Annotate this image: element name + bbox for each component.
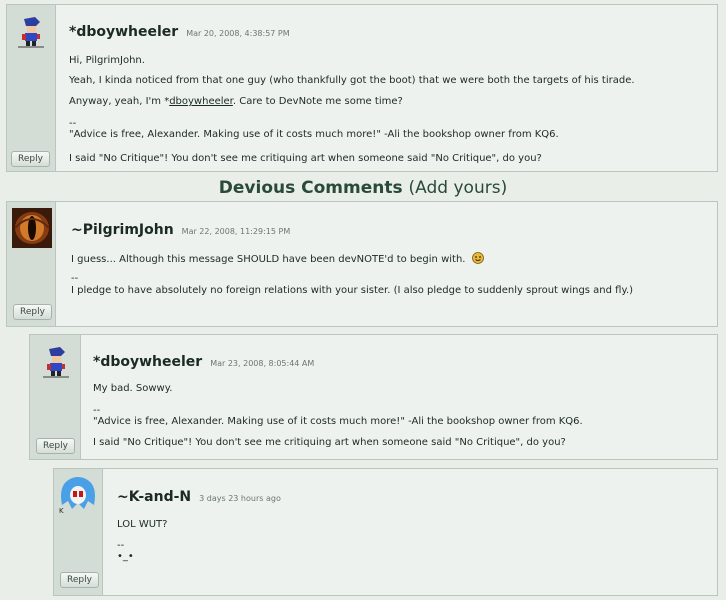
comment-text: Hi, PilgrimJohn. [69, 55, 145, 66]
signature-separator: -- [93, 405, 101, 416]
comment-date: 3 days 23 hours ago [199, 494, 281, 503]
signature-line: I said "No Critique"! You don't see me c… [69, 153, 542, 164]
reply-button[interactable]: Reply [13, 304, 52, 320]
comment-date: Mar 20, 2008, 4:38:57 PM [186, 29, 290, 38]
avatar-k-and-n[interactable]: K [58, 475, 98, 517]
comment-header: ~PilgrimJohn Mar 22, 2008, 11:29:15 PM [71, 219, 290, 238]
comment-text: LOL WUT? [117, 519, 168, 530]
signature-separator: -- [71, 273, 79, 284]
add-yours-link[interactable]: (Add yours) [409, 178, 508, 198]
comment-header: ~K-and-N 3 days 23 hours ago [117, 486, 281, 505]
section-title: Devious Comments (Add yours) [0, 178, 726, 198]
reply-button[interactable]: Reply [60, 572, 99, 588]
comment-text: Yeah, I kinda noticed from that one guy … [69, 75, 635, 86]
reply-button[interactable]: Reply [36, 438, 75, 454]
comment-text-line: I guess... Although this message SHOULD … [71, 252, 484, 267]
section-title-text: Devious Comments [218, 178, 403, 198]
comment-header: *dboywheeler Mar 20, 2008, 4:38:57 PM [69, 21, 290, 40]
author-name[interactable]: ~PilgrimJohn [71, 222, 174, 238]
signature-separator: -- [117, 540, 125, 551]
author-name[interactable]: ~K-and-N [117, 489, 191, 505]
signature-line: I pledge to have absolutely no foreign r… [71, 285, 634, 296]
comment-date: Mar 22, 2008, 11:29:15 PM [181, 227, 291, 236]
author-name[interactable]: *dboywheeler [69, 24, 178, 40]
signature-separator: -- [69, 118, 77, 129]
avatar-letter: K [59, 507, 64, 515]
signature-line: "Advice is free, Alexander. Making use o… [93, 416, 583, 427]
author-name[interactable]: *dboywheeler [93, 354, 202, 370]
avatar-pilgrimjohn[interactable] [12, 208, 52, 248]
comment-text: My bad. Sowwy. [93, 383, 173, 394]
avatar-dboywheeler[interactable] [40, 345, 72, 379]
reply-button[interactable]: Reply [11, 151, 50, 167]
comment-text: . Care to DevNote me some time? [232, 96, 403, 107]
signature-line: "Advice is free, Alexander. Making use o… [69, 129, 559, 140]
comment-4: K Reply ~K-and-N 3 days 23 hours ago LOL … [53, 468, 718, 596]
comment-1: Reply *dboywheeler Mar 20, 2008, 4:38:57 … [6, 4, 718, 172]
smiley-icon [471, 252, 484, 267]
signature-line: I said "No Critique"! You don't see me c… [93, 437, 566, 448]
comment-header: *dboywheeler Mar 23, 2008, 8:05:44 AM [93, 351, 314, 370]
comment-2: Reply ~PilgrimJohn Mar 22, 2008, 11:29:15… [6, 201, 718, 327]
comment-text-line: Anyway, yeah, I'm *dboywheeler. Care to … [69, 96, 403, 107]
comment-text: Anyway, yeah, I'm * [69, 96, 170, 107]
profile-link-dboywheeler[interactable]: dboywheeler [169, 96, 233, 107]
signature-line: •_• [117, 551, 134, 562]
comment-text: I guess... Although this message SHOULD … [71, 254, 466, 265]
comment-date: Mar 23, 2008, 8:05:44 AM [210, 359, 315, 368]
avatar-dboywheeler[interactable] [15, 15, 47, 49]
comment-3: Reply *dboywheeler Mar 23, 2008, 8:05:44 … [29, 334, 718, 460]
